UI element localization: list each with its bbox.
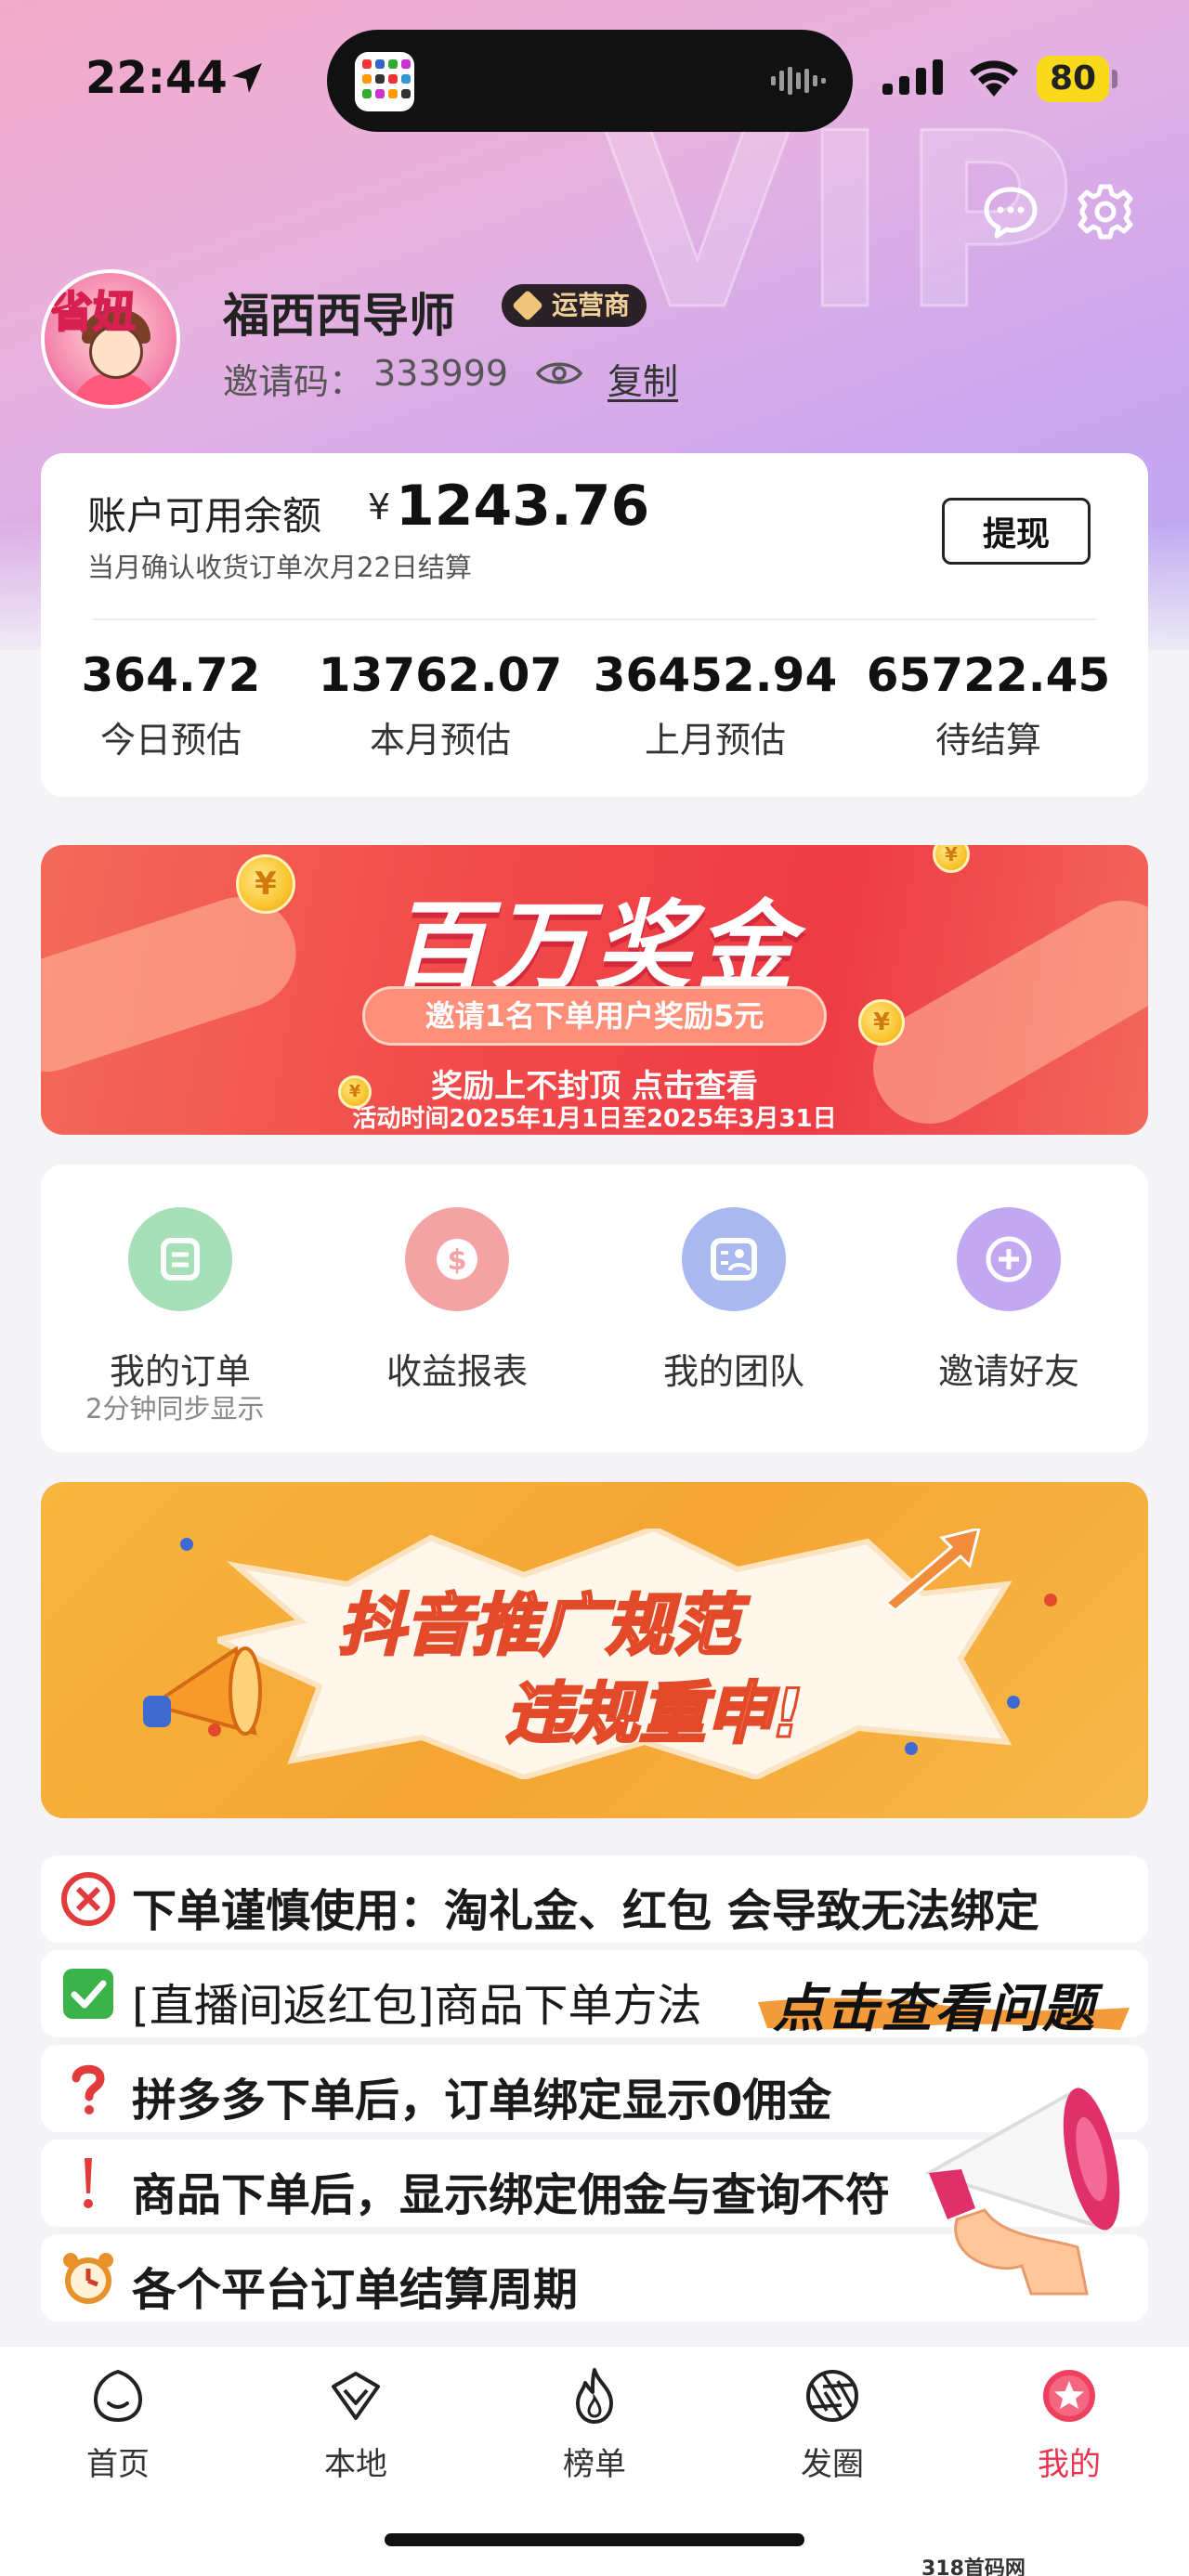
- confetti-dot: [1044, 1594, 1057, 1607]
- invite-code-value: 333999: [373, 353, 509, 394]
- check-box-icon: [63, 1969, 113, 2019]
- quick-menu-card: 我的订单 $ 收益报表 我的团队 邀请好友 2分钟同步显示: [41, 1164, 1148, 1452]
- stat-label: 今日预估: [99, 720, 242, 761]
- confetti-dot: [208, 1724, 221, 1737]
- cellular-signal-icon: [882, 59, 943, 95]
- avatar-text: 省妞: [49, 286, 137, 338]
- stat-pending[interactable]: 65722.45 待结算: [858, 648, 1118, 762]
- tab-moments[interactable]: 发圈: [739, 2366, 925, 2484]
- tab-ranking[interactable]: 榜单: [502, 2366, 687, 2484]
- stat-value: 36452.94: [593, 648, 838, 702]
- stat-label: 上月预估: [644, 720, 786, 761]
- view-questions-cta[interactable]: 点击查看问题: [773, 1967, 1096, 2042]
- question-icon: [72, 2064, 105, 2114]
- stat-this-month[interactable]: 13762.07 本月预估: [310, 648, 570, 762]
- stat-value: 65722.45: [866, 648, 1111, 702]
- bonus-banner[interactable]: ¥ ¥ ¥ ¥ 百万奖金 邀请1名下单用户奖励5元 奖励上不封顶 点击查看 活动…: [41, 845, 1148, 1135]
- nickname: 福西西导师: [223, 289, 455, 343]
- balance-amount: 1243.76: [396, 474, 650, 539]
- plus-icon: [957, 1207, 1061, 1311]
- tab-home[interactable]: 首页: [25, 2366, 211, 2484]
- divider: [93, 618, 1096, 620]
- star-badge-icon: [1043, 2370, 1095, 2422]
- tab-mine[interactable]: 我的: [976, 2366, 1162, 2484]
- local-icon: [332, 2372, 380, 2420]
- svg-text:$: $: [448, 1244, 467, 1277]
- audio-wave-icon: [771, 67, 826, 95]
- douyin-title-line2: 违规重申!: [504, 1673, 805, 1754]
- island-app-icon: [355, 52, 414, 111]
- menu-label: 我的团队: [662, 1351, 804, 1392]
- notice-text: 商品下单后，显示绑定佣金与查询不符: [132, 2169, 891, 2221]
- confetti-dot: [1007, 1696, 1020, 1709]
- battery-level: 80: [1037, 56, 1109, 102]
- douyin-rules-banner[interactable]: 抖音推广规范 违规重申!: [41, 1482, 1148, 1818]
- stat-label: 待结算: [934, 720, 1041, 761]
- exclamation-icon: [84, 2158, 93, 2208]
- douyin-title-line1: 抖音推广规范: [336, 1585, 740, 1666]
- alarm-clock-icon: [63, 2253, 113, 2304]
- tab-label: 首页: [86, 2446, 150, 2483]
- megaphone-icon: [143, 1646, 262, 1736]
- menu-label: 邀请好友: [937, 1351, 1079, 1392]
- stat-value: 13762.07: [318, 648, 563, 702]
- menu-my-team[interactable]: 我的团队: [594, 1207, 873, 1394]
- arrow-icon: [883, 1529, 981, 1612]
- bonus-date: 活动时间2025年1月1日至2025年3月31日: [352, 1105, 837, 1133]
- message-icon[interactable]: [981, 182, 1040, 241]
- flame-icon: [576, 2368, 613, 2424]
- currency-symbol: ¥: [368, 487, 391, 527]
- location-arrow-icon: [232, 63, 262, 93]
- tab-local[interactable]: 本地: [263, 2366, 449, 2484]
- stat-value: 364.72: [81, 648, 261, 702]
- home-indicator: [385, 2533, 804, 2546]
- tab-label: 本地: [324, 2446, 387, 2483]
- menu-my-orders[interactable]: 我的订单: [41, 1207, 320, 1394]
- status-time: 22:44: [85, 52, 228, 104]
- stat-label: 本月预估: [369, 720, 511, 761]
- notice-text: 各个平台订单结算周期: [132, 2264, 579, 2316]
- sync-note: 2分钟同步显示: [85, 1393, 265, 1425]
- gear-icon[interactable]: [1076, 182, 1135, 241]
- tab-label: 我的: [1038, 2446, 1101, 2483]
- team-icon: [682, 1207, 786, 1311]
- home-icon: [93, 2369, 143, 2423]
- avatar[interactable]: 省妞: [41, 269, 180, 409]
- withdraw-button[interactable]: 提现: [942, 498, 1091, 565]
- aperture-icon: [806, 2370, 858, 2422]
- tab-label: 榜单: [563, 2446, 626, 2483]
- menu-label: 收益报表: [385, 1351, 528, 1392]
- balance-label: 账户可用余额: [87, 493, 322, 539]
- battery-tip: [1112, 70, 1117, 88]
- settlement-note: 当月确认收货订单次月22日结算: [87, 552, 472, 583]
- role-badge: 运营商: [502, 284, 647, 327]
- confetti-dot: [905, 1742, 918, 1755]
- wifi-icon: [970, 60, 1018, 97]
- balance-card: 账户可用余额 ¥ 1243.76 当月确认收货订单次月22日结算 提现 364.…: [41, 453, 1148, 797]
- copy-invite-code-link[interactable]: 复制: [608, 353, 678, 404]
- stat-today[interactable]: 364.72 今日预估: [41, 648, 301, 762]
- site-watermark: 318首码网 www.e318.com: [921, 2557, 1026, 2576]
- notice-item[interactable]: 下单谨慎使用：淘礼金、红包 会导致无法绑定: [41, 1855, 1148, 1943]
- role-badge-label: 运营商: [552, 290, 631, 320]
- notice-text: 拼多多下单后，订单绑定显示0佣金: [132, 2075, 832, 2127]
- stat-last-month[interactable]: 36452.94 上月预估: [585, 648, 845, 762]
- diamond-icon: [512, 290, 543, 321]
- order-icon: [128, 1207, 232, 1311]
- menu-income-report[interactable]: $ 收益报表: [318, 1207, 596, 1394]
- notice-text: 下单谨慎使用：淘礼金、红包 会导致无法绑定: [132, 1885, 1039, 1937]
- menu-label: 我的订单: [109, 1351, 251, 1392]
- bonus-pill: 邀请1名下单用户奖励5元: [362, 986, 827, 1046]
- invite-code-label: 邀请码：: [223, 361, 365, 402]
- confetti-dot: [180, 1538, 193, 1551]
- megaphone-icon: [923, 2086, 1120, 2296]
- menu-invite-friends[interactable]: 邀请好友: [869, 1207, 1148, 1394]
- dollar-icon: $: [405, 1207, 509, 1311]
- notice-text: [直播间返红包]商品下单方法: [132, 1980, 702, 2032]
- tab-label: 发圈: [801, 2446, 864, 2483]
- cross-circle-icon: [61, 1872, 115, 1926]
- eye-icon[interactable]: [535, 358, 583, 388]
